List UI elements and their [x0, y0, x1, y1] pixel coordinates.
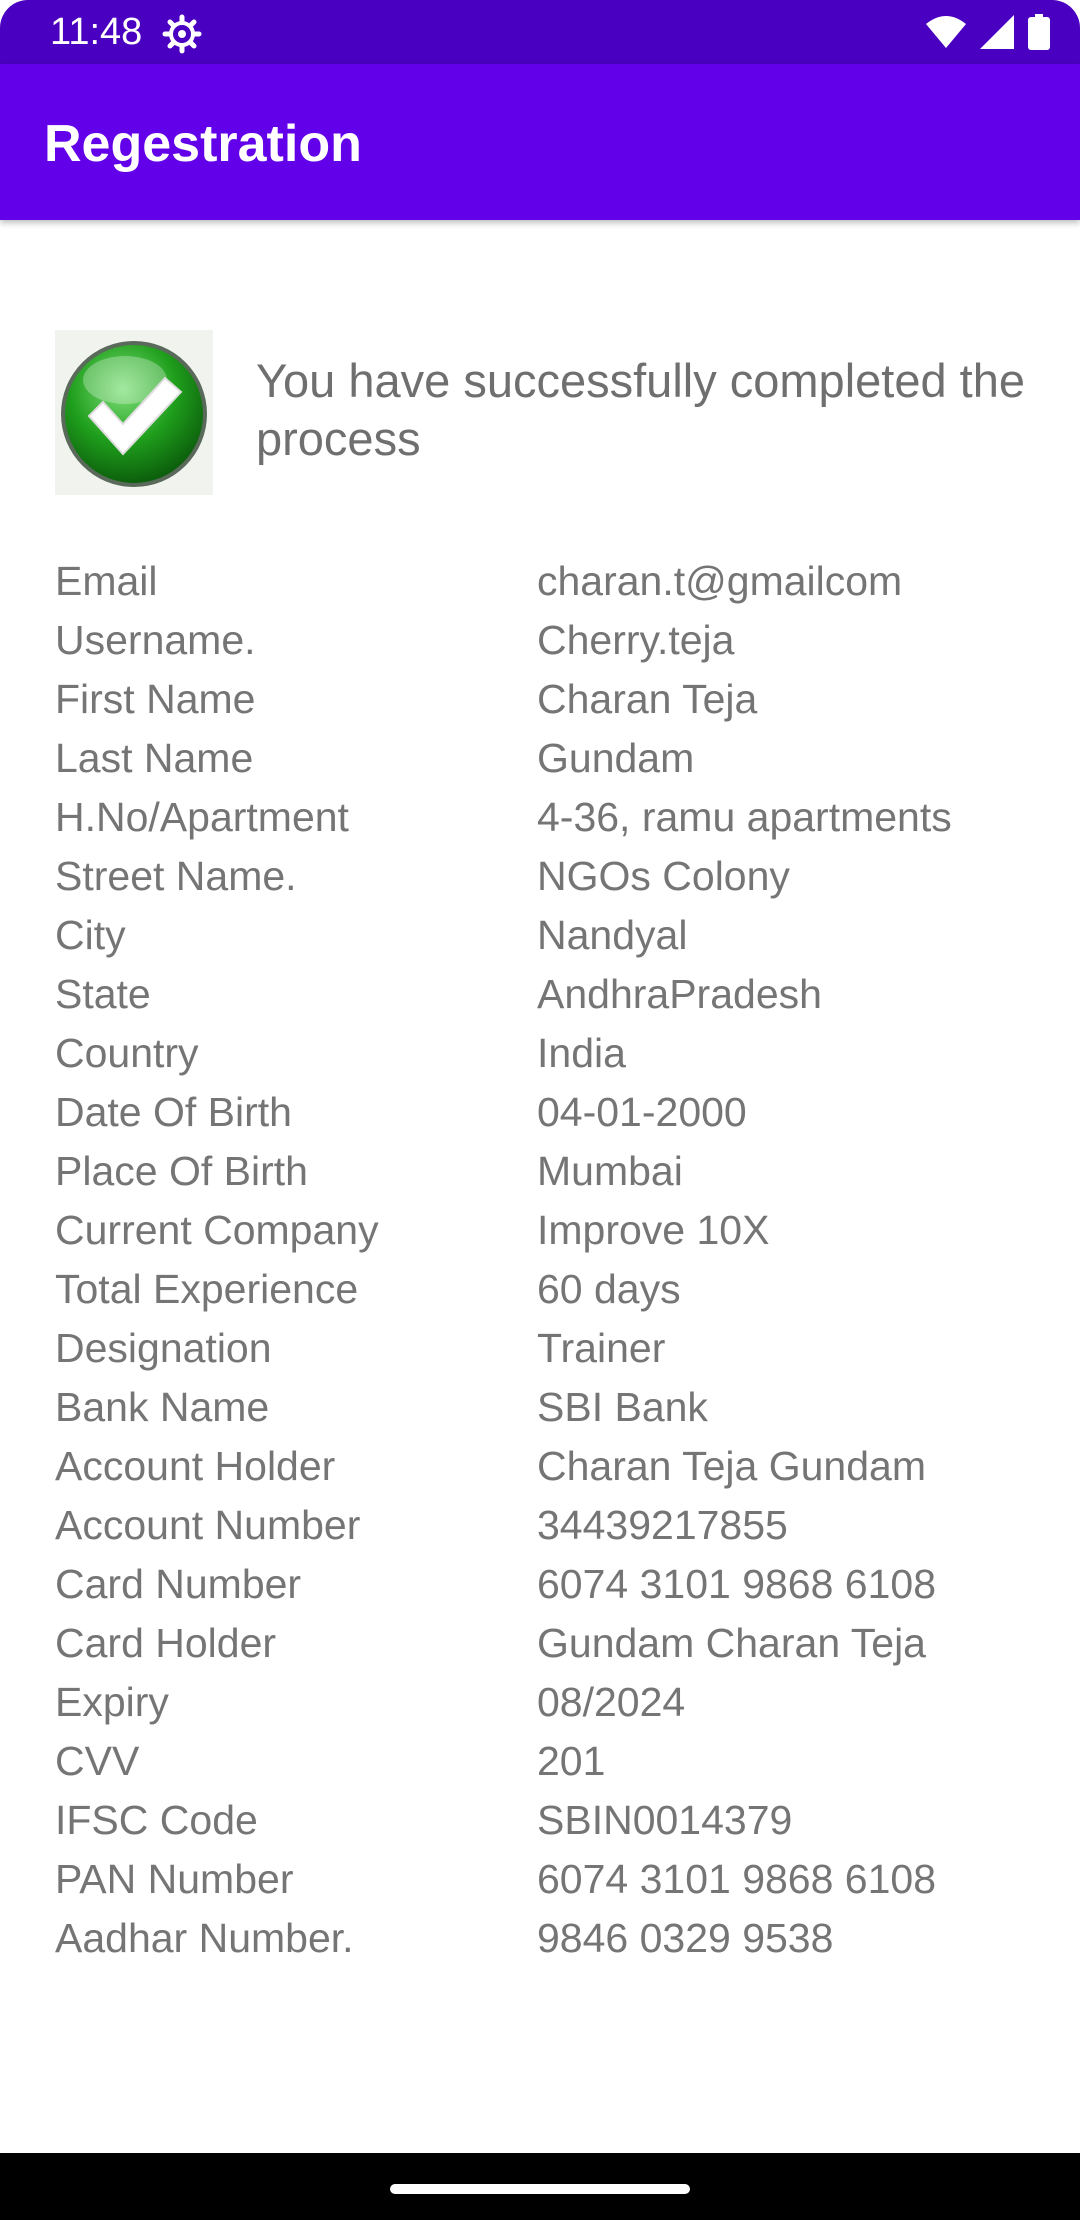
detail-label: Account Number: [55, 1502, 361, 1548]
detail-row-account-holder: Account Holder Charan Teja Gundam: [55, 1437, 1055, 1496]
detail-label: Date Of Birth: [55, 1089, 292, 1135]
status-bar: 11:48: [0, 0, 1080, 64]
page-title: Regestration: [44, 115, 362, 173]
detail-row-email: Email charan.t@gmailcom: [55, 552, 1055, 611]
detail-label: Street Name.: [55, 853, 297, 899]
detail-row-current-company: Current Company Improve 10X: [55, 1201, 1055, 1260]
detail-row-ifsc-code: IFSC Code SBIN0014379: [55, 1791, 1055, 1850]
detail-label: Username.: [55, 617, 256, 663]
detail-row-card-holder: Card Holder Gundam Charan Teja: [55, 1614, 1055, 1673]
detail-value: SBI Bank: [537, 1384, 708, 1430]
detail-label: Email: [55, 558, 158, 604]
detail-value: 6074 3101 9868 6108: [537, 1856, 937, 1902]
detail-row-pan-number: PAN Number 6074 3101 9868 6108: [55, 1850, 1055, 1909]
detail-value: 60 days: [537, 1266, 681, 1312]
detail-value: charan.t@gmailcom: [537, 558, 903, 604]
status-icons: [926, 14, 1050, 50]
detail-label: Card Number: [55, 1561, 302, 1607]
detail-value: NGOs Colony: [537, 853, 790, 899]
detail-row-account-number: Account Number 34439217855: [55, 1496, 1055, 1555]
detail-value: 6074 3101 9868 6108: [537, 1561, 937, 1607]
detail-value: India: [537, 1030, 626, 1076]
detail-value: Charan Teja Gundam: [537, 1443, 926, 1489]
detail-row-street: Street Name. NGOs Colony: [55, 847, 1055, 906]
home-gesture-handle[interactable]: [390, 2184, 690, 2194]
battery-icon: [1028, 14, 1050, 50]
detail-label: First Name: [55, 676, 256, 722]
detail-value: AndhraPradesh: [537, 971, 822, 1017]
detail-label: Card Holder: [55, 1620, 277, 1666]
detail-row-expiry: Expiry 08/2024: [55, 1673, 1055, 1732]
detail-label: H.No/Apartment: [55, 794, 349, 840]
detail-value: Gundam: [537, 735, 695, 781]
detail-row-aadhar-number: Aadhar Number. 9846 0329 9538: [55, 1909, 1055, 1968]
app-bar: Regestration: [0, 64, 1080, 220]
detail-row-apartment: H.No/Apartment 4-36, ramu apartments: [55, 788, 1055, 847]
detail-row-bank-name: Bank Name SBI Bank: [55, 1378, 1055, 1437]
detail-row-cvv: CVV 201: [55, 1732, 1055, 1791]
details-list: Email charan.t@gmailcom Username. Cherry…: [55, 552, 1055, 1968]
detail-label: Total Experience: [55, 1266, 359, 1312]
detail-label: Current Company: [55, 1207, 379, 1253]
success-image: [55, 330, 213, 495]
detail-value: SBIN0014379: [537, 1797, 793, 1843]
detail-label: IFSC Code: [55, 1797, 258, 1843]
detail-label: Country: [55, 1030, 199, 1076]
success-message: You have successfully completed the proc…: [256, 354, 1026, 465]
detail-value: 201: [537, 1738, 606, 1784]
detail-value: Nandyal: [537, 912, 688, 958]
detail-row-total-experience: Total Experience 60 days: [55, 1260, 1055, 1319]
detail-value: 34439217855: [537, 1502, 788, 1548]
detail-value: Cherry.teja: [537, 617, 735, 663]
detail-label: Aadhar Number.: [55, 1915, 354, 1961]
wifi-icon: [926, 16, 966, 48]
detail-row-last-name: Last Name Gundam: [55, 729, 1055, 788]
detail-row-state: State AndhraPradesh: [55, 965, 1055, 1024]
settings-gear-icon: [162, 14, 202, 54]
detail-value: 9846 0329 9538: [537, 1915, 834, 1961]
detail-value: Mumbai: [537, 1148, 683, 1194]
detail-label: City: [55, 912, 126, 958]
detail-row-city: City Nandyal: [55, 906, 1055, 965]
status-time: 11:48: [50, 11, 143, 53]
detail-label: CVV: [55, 1738, 140, 1784]
navigation-bar: [0, 2153, 1080, 2220]
check-circle-icon: [61, 341, 207, 487]
detail-label: Designation: [55, 1325, 272, 1371]
detail-label: Expiry: [55, 1679, 169, 1725]
detail-row-username: Username. Cherry.teja: [55, 611, 1055, 670]
detail-row-card-number: Card Number 6074 3101 9868 6108: [55, 1555, 1055, 1614]
detail-label: State: [55, 971, 151, 1017]
detail-value: Charan Teja: [537, 676, 758, 722]
signal-icon: [980, 15, 1014, 49]
detail-value: 08/2024: [537, 1679, 686, 1725]
detail-label: Account Holder: [55, 1443, 336, 1489]
detail-row-place-of-birth: Place Of Birth Mumbai: [55, 1142, 1055, 1201]
detail-row-first-name: First Name Charan Teja: [55, 670, 1055, 729]
detail-label: Last Name: [55, 735, 254, 781]
detail-row-date-of-birth: Date Of Birth 04-01-2000: [55, 1083, 1055, 1142]
detail-label: Place Of Birth: [55, 1148, 308, 1194]
detail-value: 4-36, ramu apartments: [537, 794, 952, 840]
detail-row-country: Country India: [55, 1024, 1055, 1083]
detail-value: Gundam Charan Teja: [537, 1620, 926, 1666]
detail-value: Trainer: [537, 1325, 666, 1371]
detail-label: Bank Name: [55, 1384, 270, 1430]
detail-value: 04-01-2000: [537, 1089, 747, 1135]
detail-row-designation: Designation Trainer: [55, 1319, 1055, 1378]
detail-value: Improve 10X: [537, 1207, 770, 1253]
detail-label: PAN Number: [55, 1856, 294, 1902]
